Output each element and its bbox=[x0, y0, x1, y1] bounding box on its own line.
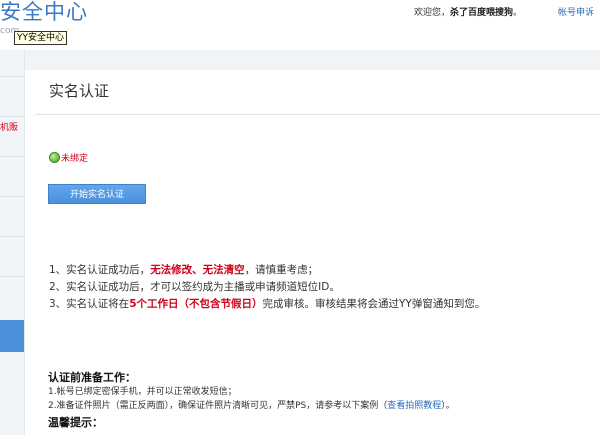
sidebar-item[interactable] bbox=[0, 50, 24, 77]
photo-tutorial-link[interactable]: 查看拍照教程 bbox=[387, 401, 441, 411]
note-1-emphasis: 无法修改、无法清空 bbox=[150, 264, 245, 276]
note-1: 1、实名认证成功后，无法修改、无法清空，请慎重考虑； bbox=[49, 262, 485, 279]
note-3-suffix: 完成审核。审核结果将会通过YY弹窗通知到您。 bbox=[262, 298, 486, 310]
sidebar-item-active[interactable] bbox=[0, 320, 24, 352]
content-topbar bbox=[25, 50, 600, 70]
preparation-list: 1.帐号已绑定密保手机，并可以正常收发短信； 2.准备证件照片（需正反两面），确… bbox=[48, 385, 455, 413]
welcome-suffix: 。 bbox=[512, 8, 522, 18]
note-1-suffix: ，请慎重考虑； bbox=[244, 264, 319, 276]
sidebar-item[interactable] bbox=[0, 156, 24, 197]
sidebar-item[interactable] bbox=[0, 196, 24, 237]
header: 安全中心 com YY安全中心 欢迎您，杀了百度喂搜狗。 帐号申诉 bbox=[0, 0, 600, 50]
sidebar-item-label[interactable]: 机贩 bbox=[0, 120, 18, 133]
start-verification-button[interactable]: 开始实名认证 bbox=[48, 184, 146, 204]
note-2: 2、实名认证成功后，才可以签约成为主播或申请频道短位ID。 bbox=[49, 281, 340, 293]
preparation-title: 认证前准备工作： bbox=[48, 371, 136, 384]
page-title: 实名认证 bbox=[49, 82, 110, 100]
username: 杀了百度喂搜狗 bbox=[449, 8, 513, 18]
verification-notes: 1、实名认证成功后，无法修改、无法清空，请慎重考虑； 2、实名认证成功后，才可以… bbox=[49, 262, 485, 313]
logo-tooltip: YY安全中心 bbox=[14, 31, 67, 45]
sidebar-item[interactable] bbox=[0, 276, 24, 321]
welcome-prefix: 欢迎您， bbox=[413, 8, 450, 18]
status-icon bbox=[49, 152, 60, 163]
preparation-item-2: 2.准备证件照片（需正反两面），确保证件照片清晰可见，严禁PS，请参考以下案例（… bbox=[48, 399, 455, 413]
sidebar bbox=[0, 50, 25, 435]
note-3-emphasis: 5个工作日（不包含节假日） bbox=[129, 298, 263, 310]
note-3: 3、实名认证将在5个工作日（不包含节假日）完成审核。审核结果将会通过YY弹窗通知… bbox=[49, 296, 485, 313]
sidebar-item[interactable] bbox=[0, 236, 24, 277]
preparation-item-2-suffix: ）。 bbox=[441, 401, 455, 411]
sidebar-item[interactable] bbox=[0, 76, 24, 117]
logo-text[interactable]: 安全中心 bbox=[0, 0, 88, 26]
preparation-item-1: 1.帐号已绑定密保手机，并可以正常收发短信； bbox=[48, 387, 237, 397]
note-3-prefix: 3、实名认证将在 bbox=[49, 298, 130, 310]
tips-title: 温馨提示： bbox=[48, 416, 103, 429]
title-divider bbox=[35, 114, 600, 115]
verification-status: 未绑定 bbox=[61, 154, 89, 164]
welcome-message: 欢迎您，杀了百度喂搜狗。 bbox=[414, 5, 522, 18]
preparation-item-2-text: 2.准备证件照片（需正反两面），确保证件照片清晰可见，严禁PS，请参考以下案例（ bbox=[48, 401, 388, 411]
note-1-prefix: 1、实名认证成功后， bbox=[49, 264, 151, 276]
account-appeal-link[interactable]: 帐号申诉 bbox=[558, 5, 594, 18]
